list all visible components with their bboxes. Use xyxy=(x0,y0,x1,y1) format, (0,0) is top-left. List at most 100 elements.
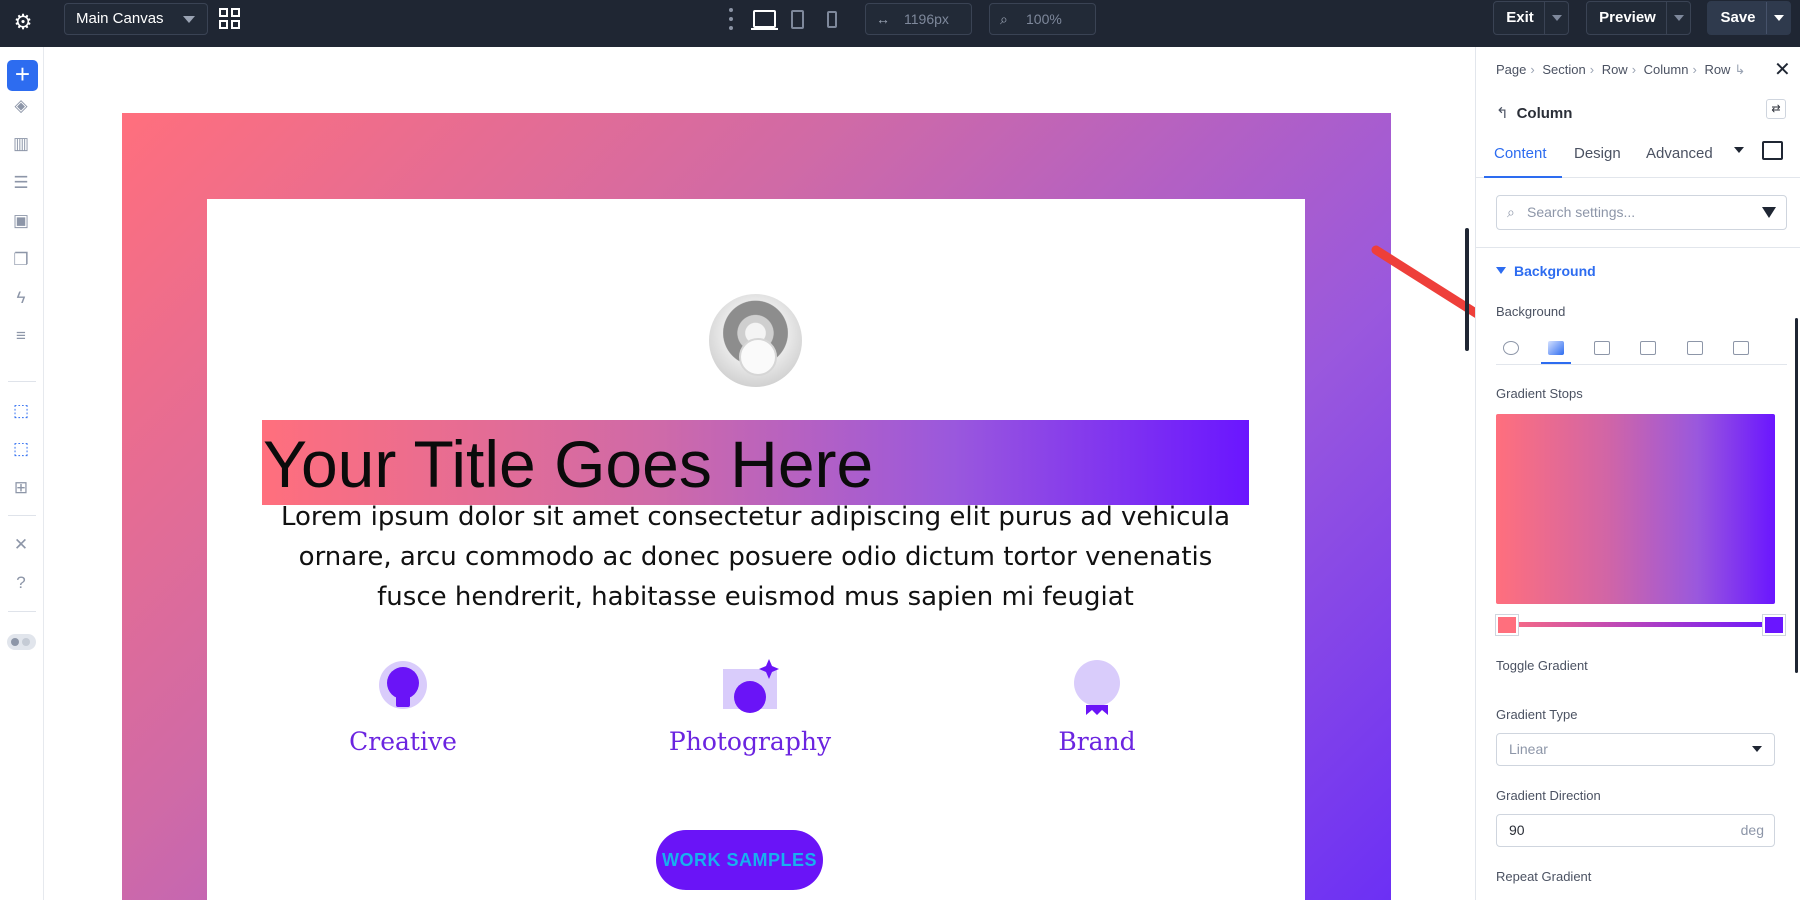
layout-icon[interactable]: ▣ xyxy=(10,210,32,232)
video-icon[interactable] xyxy=(1633,335,1663,364)
zoom-icon: ⌕ xyxy=(1000,11,1008,27)
feature-creative[interactable]: Creative xyxy=(303,659,503,756)
background-section-toggle[interactable]: Background xyxy=(1496,263,1596,279)
chevron-down-icon xyxy=(183,16,195,23)
tablet-view-icon[interactable] xyxy=(791,10,804,29)
save-button[interactable]: Save xyxy=(1707,1,1791,35)
badge-icon xyxy=(1068,659,1126,717)
mask-icon[interactable] xyxy=(1726,335,1756,364)
left-sidebar: + ◈ ▥ ☰ ▣ ❐ ϟ ≡ ⬚ ⬚ ⊞ ✕ ? xyxy=(0,47,44,900)
search-settings-input[interactable]: ⌕ Search settings... xyxy=(1496,195,1787,230)
search-icon: ⌕ xyxy=(1507,204,1515,220)
more-vertical-icon[interactable] xyxy=(728,8,734,30)
layers-icon[interactable]: ◈ xyxy=(10,95,32,117)
return-icon: ↳ xyxy=(1734,62,1746,77)
builder-canvas: Your Title Goes Here Lorem ipsum dolor s… xyxy=(45,47,1475,900)
gradient-type-label: Gradient Type xyxy=(1496,707,1578,722)
database-icon[interactable]: ☰ xyxy=(10,172,32,194)
preview-label: Preview xyxy=(1599,9,1656,26)
select-element-icon[interactable]: ⬚ xyxy=(10,400,32,422)
phone-view-icon[interactable] xyxy=(827,11,837,28)
gradient-preview[interactable] xyxy=(1496,414,1775,604)
pattern-icon[interactable] xyxy=(1680,335,1710,364)
image-icon[interactable] xyxy=(1587,335,1617,364)
feature-label: Photography xyxy=(668,727,832,756)
template-icon[interactable]: ⊞ xyxy=(10,477,32,499)
chevron-down-icon[interactable] xyxy=(1734,147,1744,153)
color-fill-icon[interactable] xyxy=(1496,335,1526,364)
panel-title-label: Column xyxy=(1516,105,1573,122)
exit-label: Exit xyxy=(1506,9,1534,26)
panel-title: ↰ Column xyxy=(1496,104,1572,122)
avatar xyxy=(709,294,802,387)
preview-menu-chevron-icon[interactable] xyxy=(1666,2,1690,34)
gradient-direction-input[interactable]: 90 deg xyxy=(1496,814,1775,847)
caret-down-icon xyxy=(1496,267,1506,274)
canvas-select[interactable]: Main Canvas xyxy=(64,3,208,35)
gradient-direction-value: 90 xyxy=(1509,822,1525,838)
help-icon[interactable]: ? xyxy=(10,572,32,594)
close-icon[interactable]: ✕ xyxy=(1774,57,1791,82)
width-icon: ↔ xyxy=(876,11,890,27)
section-title: Background xyxy=(1514,263,1596,279)
lightbulb-icon xyxy=(374,659,432,717)
save-label: Save xyxy=(1720,9,1756,26)
tab-advanced[interactable]: Advanced xyxy=(1646,143,1713,178)
breadcrumb-item[interactable]: Column xyxy=(1644,62,1689,77)
mode-toggle[interactable] xyxy=(7,634,36,650)
top-toolbar: ⚙ Main Canvas ↔ 1196px ⌕ 100% Exit Previ… xyxy=(0,0,1800,47)
save-menu-chevron-icon[interactable] xyxy=(1766,2,1790,34)
background-label: Background xyxy=(1496,304,1566,319)
breadcrumb: Page › Section › Row › Column › Row ↳ xyxy=(1496,62,1746,77)
gradient-stops-label: Gradient Stops xyxy=(1496,386,1583,401)
gradient-stop-end[interactable] xyxy=(1763,615,1785,635)
gradient-icon[interactable] xyxy=(1541,335,1571,364)
desktop-view-icon[interactable] xyxy=(751,10,778,30)
gradient-stop-track[interactable] xyxy=(1496,622,1775,627)
work-samples-button[interactable]: WORK SAMPLES xyxy=(656,830,823,890)
pages-icon[interactable]: ❐ xyxy=(10,249,32,271)
breadcrumb-item[interactable]: Row xyxy=(1704,62,1730,77)
repeat-gradient-label: Repeat Gradient xyxy=(1496,869,1592,884)
feature-photography[interactable]: Photography xyxy=(650,659,850,756)
add-module-button[interactable]: + xyxy=(7,60,38,91)
camera-icon xyxy=(721,659,779,717)
panel-tabs: Content Design Advanced xyxy=(1476,141,1800,178)
lightning-icon[interactable]: ϟ xyxy=(10,287,32,309)
breadcrumb-item[interactable]: Page xyxy=(1496,62,1526,77)
zoom-field[interactable]: ⌕ 100% xyxy=(989,3,1096,35)
toggle-gradient-label: Toggle Gradient xyxy=(1496,658,1588,673)
body-text[interactable]: Lorem ipsum dolor sit amet consectetur a… xyxy=(267,497,1244,617)
settings-panel: Page › Section › Row › Column › Row ↳ ✕ ↰ Colu… xyxy=(1475,47,1800,900)
preset-box-icon[interactable] xyxy=(1762,141,1783,160)
exit-menu-chevron-icon[interactable] xyxy=(1544,2,1568,34)
exit-button[interactable]: Exit xyxy=(1493,1,1569,35)
feature-brand[interactable]: Brand xyxy=(997,659,1197,756)
search-placeholder: Search settings... xyxy=(1527,204,1636,220)
preview-button[interactable]: Preview xyxy=(1586,1,1691,35)
gear-icon[interactable]: ⚙ xyxy=(11,11,35,35)
library-icon[interactable]: ▥ xyxy=(10,133,32,155)
tab-content[interactable]: Content xyxy=(1484,143,1562,178)
tools-icon[interactable]: ✕ xyxy=(10,534,32,556)
back-icon[interactable]: ↰ xyxy=(1496,105,1509,122)
width-field[interactable]: ↔ 1196px xyxy=(865,3,972,35)
feature-label: Creative xyxy=(349,727,457,756)
grid-icon[interactable] xyxy=(219,8,241,30)
page-title[interactable]: Your Title Goes Here xyxy=(263,425,873,503)
content-column[interactable]: Your Title Goes Here Lorem ipsum dolor s… xyxy=(207,199,1305,900)
tab-design[interactable]: Design xyxy=(1574,143,1621,178)
breadcrumb-item[interactable]: Section xyxy=(1542,62,1585,77)
panel-scrollbar[interactable] xyxy=(1795,318,1798,673)
background-type-tabs xyxy=(1496,335,1787,365)
gradient-stop-start[interactable] xyxy=(1496,615,1518,635)
breadcrumb-item[interactable]: Row xyxy=(1602,62,1628,77)
feature-label: Brand xyxy=(1058,727,1136,756)
settings-options-icon[interactable]: ⇄ xyxy=(1766,99,1786,119)
gradient-type-select[interactable]: Linear xyxy=(1496,733,1775,766)
gradient-direction-unit: deg xyxy=(1740,822,1764,838)
multi-select-icon[interactable]: ⬚ xyxy=(10,438,32,460)
sliders-icon[interactable]: ≡ xyxy=(10,325,32,347)
filter-icon[interactable] xyxy=(1762,207,1776,218)
resize-handle[interactable] xyxy=(1465,228,1469,351)
